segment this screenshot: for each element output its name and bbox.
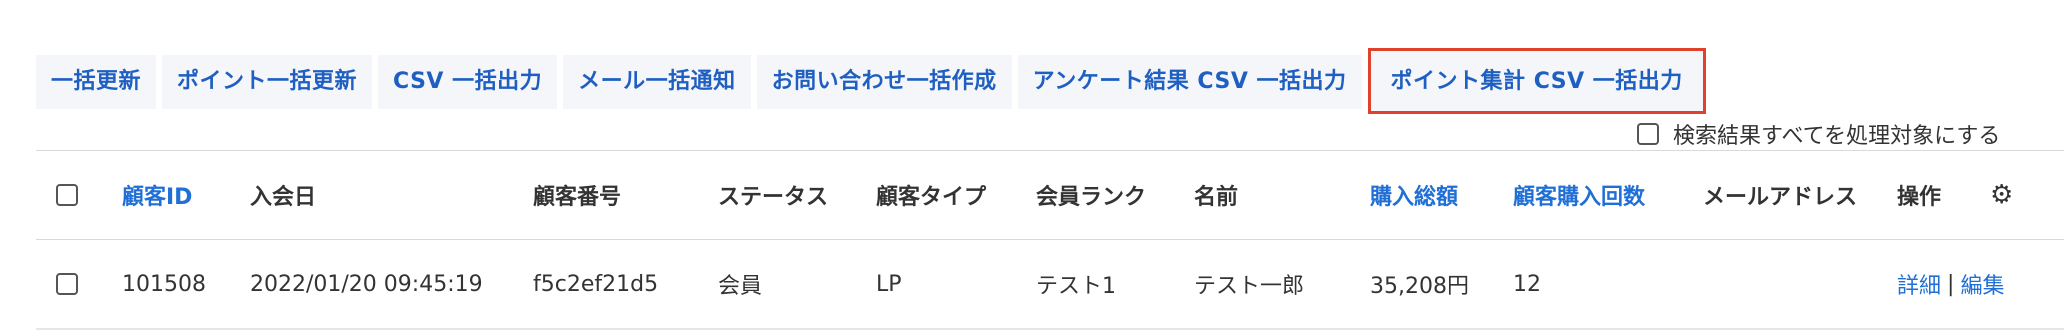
select-all-results-checkbox[interactable] xyxy=(1637,123,1659,145)
bulk-point-update-button[interactable]: ポイント一括更新 xyxy=(162,55,373,109)
column-name: 名前 xyxy=(1194,185,1239,210)
cell-name: テスト一郎 xyxy=(1194,274,1305,299)
table-header-row: 顧客ID 入会日 顧客番号 ステータス 顧客タイプ 会員ランク 名前 購入総額 … xyxy=(36,151,2064,240)
row-select-cell xyxy=(56,240,78,328)
cell-member-rank: テスト1 xyxy=(1036,274,1116,299)
cell-status: 会員 xyxy=(718,274,763,299)
column-joined-date: 入会日 xyxy=(250,185,317,210)
bulk-inquiry-create-button[interactable]: お問い合わせ一括作成 xyxy=(756,55,1012,109)
column-purchase-total[interactable]: 購入総額 xyxy=(1370,151,1458,239)
cell-customer-id: 101508 xyxy=(122,271,206,297)
edit-link[interactable]: 編集 xyxy=(1960,268,2004,300)
bulk-action-toolbar: 一括更新 ポイント一括更新 CSV 一括出力 メール一括通知 お問い合わせ一括作… xyxy=(36,48,1706,114)
bulk-survey-csv-export-button[interactable]: アンケート結果 CSV 一括出力 xyxy=(1017,55,1362,109)
customer-table: 顧客ID 入会日 顧客番号 ステータス 顧客タイプ 会員ランク 名前 購入総額 … xyxy=(36,150,2064,329)
select-all-results[interactable]: 検索結果すべてを処理対象にする xyxy=(1637,118,2000,150)
bulk-csv-export-button[interactable]: CSV 一括出力 xyxy=(378,55,558,109)
cell-purchase-total: 35,208円 xyxy=(1370,274,1469,299)
column-customer-id[interactable]: 顧客ID xyxy=(122,151,192,239)
column-purchase-count[interactable]: 顧客購入回数 xyxy=(1513,151,1645,239)
select-all-results-label: 検索結果すべてを処理対象にする xyxy=(1673,124,2001,149)
column-actions: 操作 xyxy=(1897,185,1942,210)
detail-link[interactable]: 詳細 xyxy=(1897,268,1941,300)
column-customer-type: 顧客タイプ xyxy=(876,185,987,210)
column-customer-number: 顧客番号 xyxy=(533,185,622,210)
column-member-rank: 会員ランク xyxy=(1036,185,1147,210)
bulk-mail-notify-button[interactable]: メール一括通知 xyxy=(563,55,751,109)
bulk-point-summary-csv-export-button[interactable]: ポイント集計 CSV 一括出力 xyxy=(1367,48,1706,114)
bulk-update-button[interactable]: 一括更新 xyxy=(36,55,157,109)
action-separator: | xyxy=(1947,271,1955,297)
cell-customer-type: LP xyxy=(876,271,902,297)
column-status: ステータス xyxy=(718,185,829,210)
gear-icon[interactable]: ⚙ xyxy=(1990,151,2013,239)
cell-actions: 詳細 | 編集 xyxy=(1897,240,2004,328)
cell-joined-date: 2022/01/20 09:45:19 xyxy=(250,271,483,297)
cell-customer-number: f5c2ef21d5 xyxy=(533,271,659,297)
column-email: メールアドレス xyxy=(1703,185,1858,210)
select-all-checkbox[interactable] xyxy=(56,184,78,206)
table-row: 101508 2022/01/20 09:45:19 f5c2ef21d5 会員… xyxy=(36,240,2064,329)
row-select-checkbox[interactable] xyxy=(56,273,78,295)
cell-purchase-count: 12 xyxy=(1513,271,1541,297)
header-select-cell xyxy=(56,151,78,239)
